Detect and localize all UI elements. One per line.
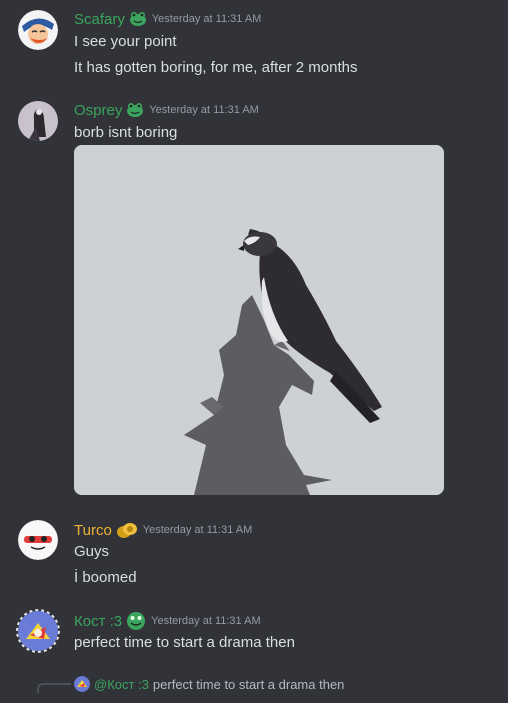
message-text: perfect time to start a drama then (74, 634, 295, 651)
frog-icon[interactable] (129, 10, 147, 28)
reply-avatar[interactable] (74, 676, 90, 692)
message-header: Кост :3 Yesterday at 11:31 AM (74, 611, 261, 631)
avatar-osprey[interactable] (18, 101, 58, 141)
message-text: Guys (74, 543, 110, 560)
avatar-turco[interactable] (18, 520, 58, 560)
avatar-kost[interactable] (16, 609, 60, 653)
frog-icon[interactable] (126, 611, 146, 631)
frog-icon[interactable] (126, 101, 144, 119)
avatar-scafary[interactable] (18, 10, 58, 50)
reply-preview[interactable]: @Кост :3 perfect time to start a drama t… (74, 676, 344, 692)
reply-mention[interactable]: @Кост :3 (94, 677, 149, 692)
timestamp[interactable]: Yesterday at 11:31 AM (143, 524, 252, 536)
timestamp[interactable]: Yesterday at 11:31 AM (149, 104, 258, 116)
message-text: I see your point (74, 33, 177, 50)
osprey-photo[interactable] (74, 145, 444, 495)
author-name[interactable]: Scafary (74, 11, 125, 28)
author-name[interactable]: Osprey (74, 102, 122, 119)
message-text: İ boomed (74, 569, 137, 586)
gold-coin-icon[interactable] (116, 520, 138, 540)
author-name[interactable]: Turco (74, 522, 112, 539)
author-name[interactable]: Кост :3 (74, 613, 122, 630)
reply-connector (37, 683, 71, 693)
message-header: Turco Yesterday at 11:31 AM (74, 520, 252, 540)
timestamp[interactable]: Yesterday at 11:31 AM (152, 13, 261, 25)
message-text: It has gotten boring, for me, after 2 mo… (74, 59, 358, 76)
message-header: Osprey Yesterday at 11:31 AM (74, 101, 259, 119)
timestamp[interactable]: Yesterday at 11:31 AM (151, 615, 260, 627)
message-text: borb isnt boring (74, 124, 178, 141)
message-header: Scafary Yesterday at 11:31 AM (74, 10, 261, 28)
reply-text[interactable]: perfect time to start a drama then (153, 677, 344, 692)
